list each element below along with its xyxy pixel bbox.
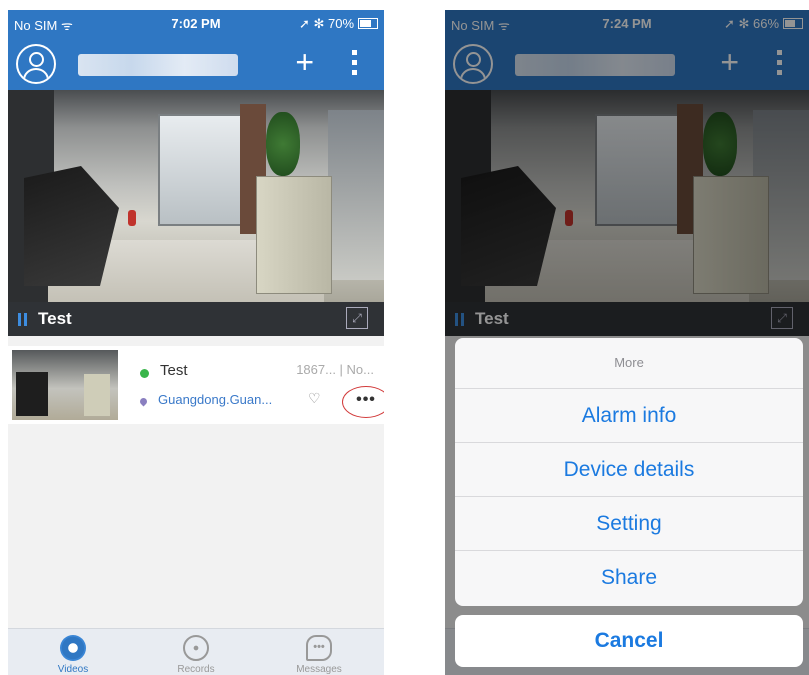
phone-screen-devices: No SIM ᯤ 7:02 PM ➚ ✻ 70% + Test ⤢ Test 1… [8, 10, 384, 675]
alarm-info-option[interactable]: Alarm info [455, 389, 803, 443]
device-thumbnail[interactable] [12, 350, 118, 420]
cancel-button[interactable]: Cancel [455, 615, 803, 667]
location-pin-icon [138, 396, 149, 407]
tab-label: Records [177, 664, 215, 675]
online-status-icon [140, 369, 149, 378]
blurred-username [78, 54, 238, 76]
add-device-icon[interactable]: + [295, 44, 314, 80]
phone-screen-more-sheet: No SIM ᯤ 7:24 PM ➚ ✻ 66% + Test ⤢ More A… [445, 10, 809, 675]
share-option[interactable]: Share [455, 551, 803, 604]
more-action-sheet: More Alarm info Device details Setting S… [455, 338, 803, 606]
tab-label: Messages [296, 664, 342, 675]
device-list-item[interactable]: Test 1867... | No... Guangdong.Guan... ♡… [8, 346, 384, 424]
device-more-button[interactable]: ••• [342, 386, 384, 418]
bottom-tab-bar: Videos Records ••• Messages [8, 628, 384, 675]
tab-records[interactable]: Records [141, 629, 251, 675]
status-bar: No SIM ᯤ 7:02 PM ➚ ✻ 70% [8, 10, 384, 38]
tab-label: Videos [57, 664, 89, 675]
camera-icon [60, 635, 86, 661]
tab-videos[interactable]: Videos [18, 629, 128, 675]
live-video-view[interactable] [8, 90, 384, 302]
sheet-title: More [455, 338, 803, 389]
app-header: + [8, 38, 384, 90]
device-name: Test [160, 362, 188, 379]
more-menu-icon[interactable] [352, 50, 358, 80]
favorite-icon[interactable]: ♡ [308, 390, 321, 407]
device-location: Guangdong.Guan... [158, 392, 273, 407]
device-info: 1867... | No... [296, 362, 374, 377]
pause-icon[interactable] [18, 313, 28, 326]
status-indicators: ➚ ✻ 70% [298, 16, 354, 31]
video-controls: Test ⤢ [8, 302, 384, 336]
message-icon: ••• [306, 635, 332, 661]
tab-messages[interactable]: ••• Messages [264, 629, 374, 675]
setting-option[interactable]: Setting [455, 497, 803, 551]
records-icon [183, 635, 209, 661]
battery-icon [358, 18, 378, 29]
user-avatar-icon[interactable] [16, 44, 56, 84]
camera-name: Test [38, 309, 72, 328]
device-details-option[interactable]: Device details [455, 443, 803, 497]
fullscreen-icon[interactable]: ⤢ [346, 307, 368, 329]
